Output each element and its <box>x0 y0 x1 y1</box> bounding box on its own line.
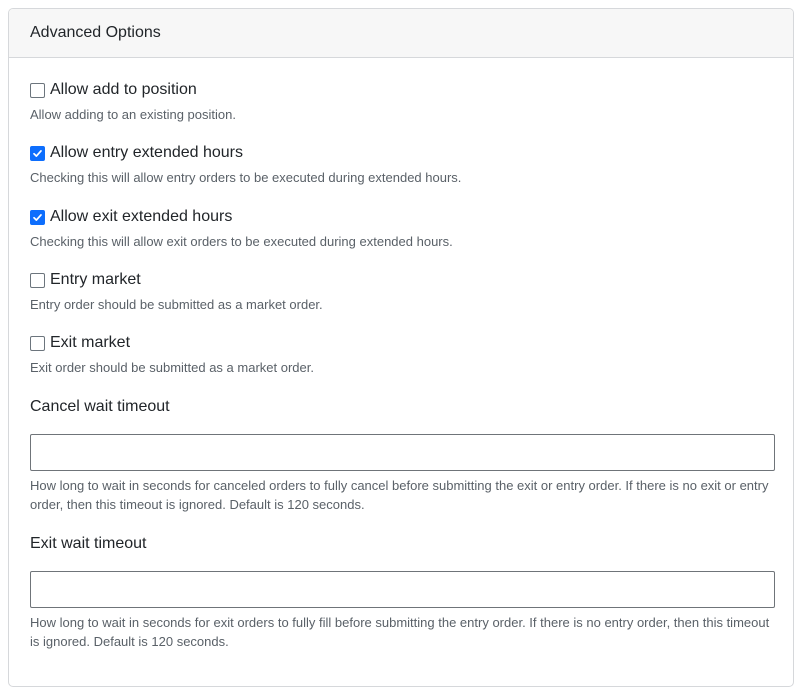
allow-exit-extended-hours-help: Checking this will allow exit orders to … <box>30 234 453 249</box>
exit-market-checkbox[interactable] <box>30 335 45 351</box>
exit-market-label[interactable]: Exit market <box>50 334 130 352</box>
option-entry-market[interactable]: Entry market <box>30 271 141 289</box>
exit-wait-timeout-input[interactable] <box>30 571 775 608</box>
option-exit-market[interactable]: Exit market <box>30 334 130 352</box>
allow-entry-extended-hours-help: Checking this will allow entry orders to… <box>30 170 462 185</box>
exit-wait-timeout-help: How long to wait in seconds for exit ord… <box>30 615 770 649</box>
cancel-wait-timeout-input[interactable] <box>30 434 775 471</box>
checkmark-icon <box>33 149 42 157</box>
entry-market-help: Entry order should be submitted as a mar… <box>30 297 323 312</box>
panel-title: Advanced Options <box>30 24 161 41</box>
entry-market-label[interactable]: Entry market <box>50 271 141 289</box>
allow-exit-extended-hours-checkbox[interactable] <box>30 209 45 225</box>
entry-market-checkbox[interactable] <box>30 272 45 288</box>
allow-entry-extended-hours-checkbox[interactable] <box>30 145 45 161</box>
allow-add-to-position-checkbox[interactable] <box>30 82 45 98</box>
option-allow-exit-extended-hours[interactable]: Allow exit extended hours <box>30 208 232 226</box>
option-allow-add-to-position[interactable]: Allow add to position <box>30 81 197 99</box>
allow-exit-extended-hours-label[interactable]: Allow exit extended hours <box>50 208 232 226</box>
exit-market-help: Exit order should be submitted as a mark… <box>30 360 314 375</box>
allow-add-to-position-label[interactable]: Allow add to position <box>50 81 197 99</box>
cancel-wait-timeout-help: How long to wait in seconds for canceled… <box>30 478 769 512</box>
advanced-options-panel: Advanced Options Allow add to position A… <box>8 8 794 687</box>
panel-header: Advanced Options <box>9 9 793 58</box>
cancel-wait-timeout-label: Cancel wait timeout <box>30 398 170 415</box>
option-allow-entry-extended-hours[interactable]: Allow entry extended hours <box>30 144 243 162</box>
allow-entry-extended-hours-label[interactable]: Allow entry extended hours <box>50 144 243 162</box>
exit-wait-timeout-label: Exit wait timeout <box>30 535 147 552</box>
allow-add-to-position-help: Allow adding to an existing position. <box>30 107 236 122</box>
checkmark-icon <box>33 213 42 221</box>
